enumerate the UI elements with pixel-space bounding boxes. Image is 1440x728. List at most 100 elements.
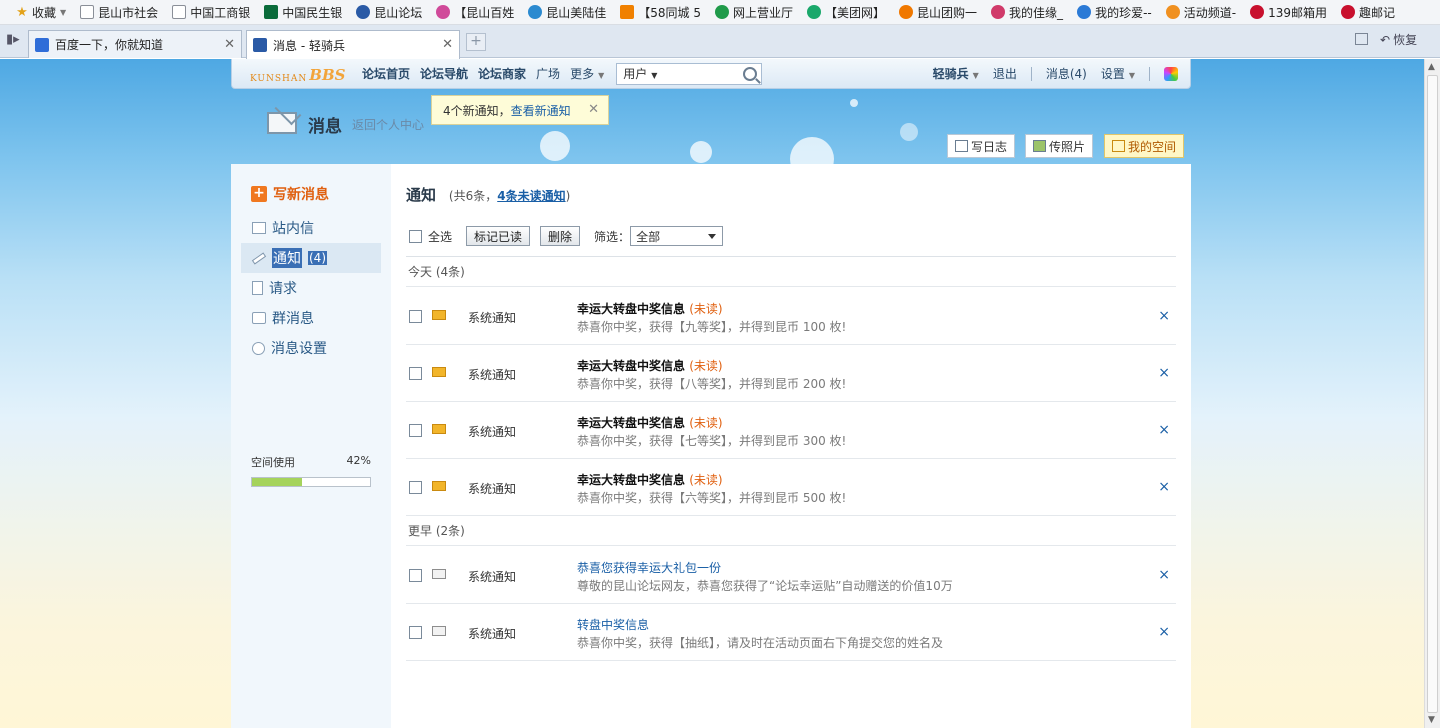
tab-baidu[interactable]: 百度一下，你就知道 ✕ — [28, 30, 242, 58]
scroll-down-icon[interactable]: ▼ — [1428, 715, 1435, 725]
notice-title[interactable]: 恭喜您获得幸运大礼包一份 — [577, 559, 721, 576]
row-checkbox[interactable] — [409, 626, 422, 639]
settings-link[interactable]: 设置 ▼ — [1101, 65, 1135, 82]
nav-forum-merchants[interactable]: 论坛商家 — [478, 65, 526, 82]
row-checkbox[interactable] — [409, 310, 422, 323]
bookmark-item[interactable]: 昆山市社会 — [73, 0, 165, 24]
bookmark-item[interactable]: 昆山论坛 — [349, 0, 429, 24]
new-tab-button[interactable]: + — [466, 33, 486, 51]
notice-title[interactable]: 转盘中奖信息 — [577, 616, 649, 633]
site-logo[interactable]: KUNSHAN BBS — [250, 64, 350, 84]
select-all-label: 全选 — [428, 229, 453, 244]
row-checkbox[interactable] — [409, 569, 422, 582]
messages-link[interactable]: 消息(4) — [1046, 65, 1087, 82]
select-all-checkbox[interactable] — [409, 229, 422, 243]
view-new-notices-link[interactable]: 查看新通知 — [511, 102, 571, 119]
write-blog-button[interactable]: 写日志 — [947, 134, 1016, 158]
globe-icon — [528, 5, 543, 19]
write-message-button[interactable]: + 写新消息 — [251, 184, 329, 204]
sidebar: + 写新消息 站内信 通知 (4) 请求 群消息 消息设置 空间使用 42% — [231, 164, 391, 728]
bookmark-item[interactable]: ★ 收藏 ▼ — [8, 0, 73, 24]
row-checkbox[interactable] — [409, 481, 422, 494]
vertical-scrollbar[interactable]: ▲ ▼ — [1424, 59, 1440, 728]
sidebar-item-requests[interactable]: 请求 — [241, 273, 381, 303]
tab-messages[interactable]: 消息 - 轻骑兵 ✕ — [246, 30, 460, 59]
bookmark-item[interactable]: 【58同城 5 — [613, 0, 708, 24]
sidebar-item-inbox[interactable]: 站内信 — [241, 213, 381, 243]
site-nav: 论坛首页 论坛导航 论坛商家 广场 更多 ▼ — [362, 65, 604, 82]
unread-notices-link[interactable]: 4条未读通知 — [497, 189, 565, 203]
close-icon[interactable]: ✕ — [588, 102, 599, 117]
delete-button[interactable]: 删除 — [540, 226, 581, 246]
bbs-favicon-icon — [253, 38, 267, 52]
delete-notice-icon[interactable]: × — [1158, 479, 1170, 495]
nav-square[interactable]: 广场 — [536, 65, 560, 82]
tab-title: 百度一下，你就知道 — [55, 38, 164, 52]
bookmark-item[interactable]: 昆山美陆佳 — [521, 0, 613, 24]
back-to-profile-link[interactable]: 返回个人中心 — [352, 116, 424, 133]
delete-notice-icon[interactable]: × — [1158, 365, 1170, 381]
main-panel: + 写新消息 站内信 通知 (4) 请求 群消息 消息设置 空间使用 42% 通… — [231, 164, 1191, 728]
notice-description: 恭喜你中奖，获得【九等奖】，并得到昆币 100 枚! — [577, 320, 847, 334]
bookmark-item[interactable]: 昆山团购一 — [892, 0, 984, 24]
notice-summary: (共6条，4条未读通知) — [448, 189, 571, 203]
58-icon — [620, 5, 635, 19]
bookmark-item[interactable]: 我的佳缘_ — [984, 0, 1070, 24]
bookmark-item[interactable]: 139邮箱用 — [1243, 0, 1334, 24]
row-checkbox[interactable] — [409, 424, 422, 437]
space-usage-fill — [252, 478, 302, 486]
delete-notice-icon[interactable]: × — [1158, 422, 1170, 438]
username-link[interactable]: 轻骑兵 ▼ — [933, 65, 979, 82]
window-duplicate-icon[interactable] — [1355, 33, 1368, 45]
mobile-icon — [715, 5, 729, 19]
upload-photo-button[interactable]: 传照片 — [1025, 134, 1094, 158]
bookmark-item[interactable]: 【美团网】 — [800, 0, 892, 24]
unread-mail-icon — [432, 367, 446, 377]
filter-select[interactable]: 全部 — [630, 226, 724, 246]
delete-notice-icon[interactable]: × — [1158, 567, 1170, 583]
unread-tag: (未读) — [689, 473, 723, 487]
row-checkbox[interactable] — [409, 367, 422, 380]
logout-link[interactable]: 退出 — [993, 65, 1017, 82]
divider — [1149, 66, 1150, 81]
sidebar-item-group-messages[interactable]: 群消息 — [241, 303, 381, 333]
bookmark-item[interactable]: 网上营业厅 — [708, 0, 800, 24]
close-tab-icon[interactable]: ✕ — [224, 37, 235, 52]
sidebar-item-message-settings[interactable]: 消息设置 — [241, 333, 381, 363]
theme-icon[interactable] — [1164, 66, 1178, 81]
bbs-icon — [356, 5, 371, 19]
mail-icon — [252, 222, 266, 234]
bookmark-item[interactable]: 【昆山百姓 — [429, 0, 521, 24]
notice-title[interactable]: 幸运大转盘中奖信息 (未读) — [577, 357, 723, 374]
notice-title[interactable]: 幸运大转盘中奖信息 (未读) — [577, 414, 723, 431]
scroll-up-icon[interactable]: ▲ — [1428, 62, 1435, 72]
space-usage-label: 空间使用 — [251, 456, 295, 469]
bookmark-item[interactable]: 我的珍爱-- — [1070, 0, 1159, 24]
close-tab-icon[interactable]: ✕ — [442, 37, 453, 52]
notice-group-label: 更早 (2条) — [406, 516, 1176, 546]
search-icon[interactable] — [743, 66, 758, 81]
nav-forum-home[interactable]: 论坛首页 — [362, 65, 410, 82]
nav-forum-guide[interactable]: 论坛导航 — [420, 65, 468, 82]
delete-notice-icon[interactable]: × — [1158, 624, 1170, 640]
pencil-icon — [251, 251, 267, 265]
bookmark-item[interactable]: 趣邮记 — [1334, 0, 1402, 24]
notice-source: 系统通知 — [468, 627, 517, 641]
nav-more[interactable]: 更多 ▼ — [570, 65, 604, 82]
search-scope-select[interactable]: 用户 ▼ — [617, 65, 673, 82]
notice-row: 系统通知 幸运大转盘中奖信息 (未读) 恭喜你中奖，获得【八等奖】，并得到昆币 20… — [406, 345, 1176, 402]
sidebar-item-notices[interactable]: 通知 (4) — [241, 243, 381, 273]
bookmark-item[interactable]: 活动频道- — [1159, 0, 1243, 24]
restore-button[interactable]: ↶ 恢复 — [1380, 31, 1440, 48]
notice-row: 系统通知 幸运大转盘中奖信息 (未读) 恭喜你中奖，获得【七等奖】，并得到昆币 30… — [406, 402, 1176, 459]
notice-title[interactable]: 幸运大转盘中奖信息 (未读) — [577, 300, 723, 317]
bookmark-item[interactable]: 中国民生银 — [257, 0, 349, 24]
site-search[interactable]: 用户 ▼ — [616, 62, 763, 85]
bookmark-item[interactable]: 中国工商银 — [165, 0, 257, 24]
notice-title[interactable]: 幸运大转盘中奖信息 (未读) — [577, 471, 723, 488]
scrollbar-thumb[interactable] — [1427, 75, 1438, 713]
sidebar-toggle-icon[interactable]: ▮▸ — [6, 32, 22, 48]
mark-read-button[interactable]: 标记已读 — [466, 226, 531, 246]
delete-notice-icon[interactable]: × — [1158, 308, 1170, 324]
my-space-button[interactable]: 我的空间 — [1104, 134, 1185, 158]
